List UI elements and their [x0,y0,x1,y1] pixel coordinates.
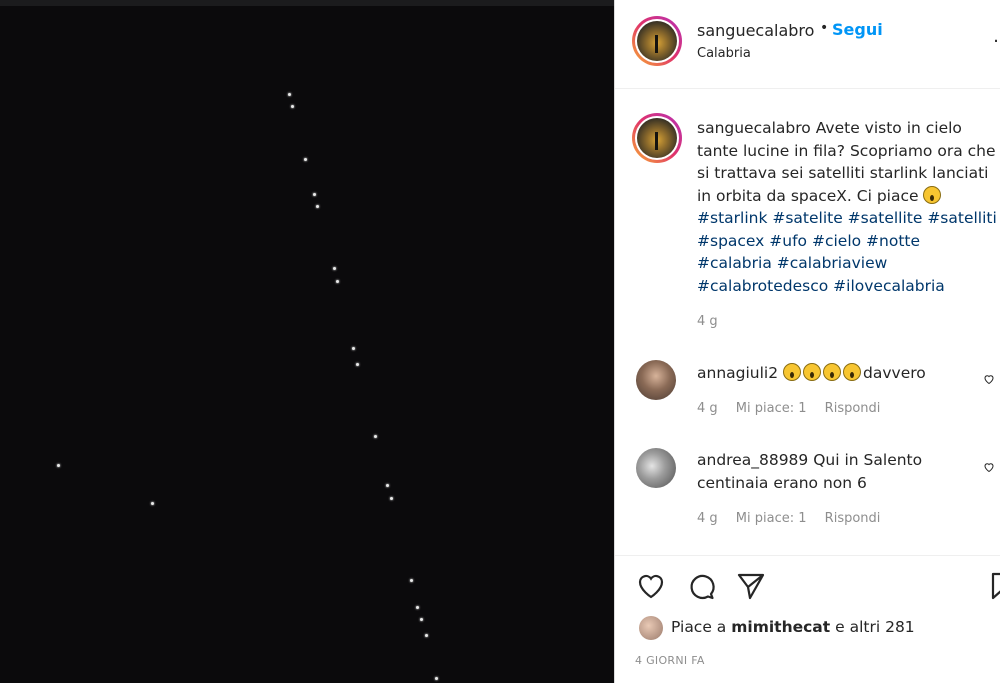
post-caption: sanguecalabro Avete visto in cielo tante… [697,117,997,297]
post-actions: Piace a mimithecat e altri 281 4 GIORNI … [615,555,1000,684]
post-photo[interactable] [0,0,614,683]
post-date[interactable]: 4 GIORNI FA [635,654,705,667]
comment-meta: 4 g Mi piace: 1 Rispondi [697,511,894,526]
commenter-avatar[interactable] [636,360,676,400]
astonished-emoji-icon [783,363,802,381]
follow-button[interactable]: Segui [832,20,883,39]
reply-button[interactable]: Rispondi [825,401,881,416]
heart-icon[interactable] [635,570,667,602]
satellite-light [291,105,294,108]
liker-avatar[interactable] [639,616,663,640]
instagram-post-view: sanguecalabro • Segui Calabria … sanguec… [0,0,1000,683]
separator-dot: • [820,20,829,36]
comment-like-heart-icon[interactable] [983,373,995,385]
post-header: sanguecalabro • Segui Calabria … [615,0,1000,89]
satellite-light [425,634,428,637]
caption-username[interactable]: sanguecalabro [697,119,811,137]
caption-author-avatar[interactable] [632,113,682,163]
liker-username[interactable]: mimithecat [731,618,830,636]
satellite-light [416,606,419,609]
share-icon[interactable] [735,570,767,602]
caption-time: 4 g [697,314,718,329]
comment-text: davvero [863,364,926,382]
comment-likes-count[interactable]: Mi piace: 1 [736,401,807,416]
bookmark-icon[interactable] [985,570,1000,602]
author-avatar[interactable] [632,16,682,66]
commenter-avatar[interactable] [636,448,676,488]
satellite-light [288,93,291,96]
reply-button[interactable]: Rispondi [825,511,881,526]
satellite-light [333,267,336,270]
comment-likes-count[interactable]: Mi piace: 1 [736,511,807,526]
comment-time: 4 g [697,401,718,416]
likes-prefix: Piace a [671,618,727,636]
comment-icon[interactable] [685,570,717,602]
comment-username[interactable]: andrea_88989 [697,451,808,469]
satellite-light [410,579,413,582]
satellite-light [151,502,154,505]
comment: andrea_88989 Qui in Salento centinaia er… [697,449,967,494]
astonished-emoji-icon [803,363,822,381]
satellite-light [390,497,393,500]
caption-hashtags[interactable]: #starlink #satelite #satellite #satellit… [697,209,997,295]
astonished-emoji-icon [843,363,862,381]
satellite-light [313,193,316,196]
comment-like-heart-icon[interactable] [983,461,995,473]
satellite-light [435,677,438,680]
comment-username[interactable]: annagiuli2 [697,364,778,382]
satellite-light [316,205,319,208]
post-location[interactable]: Calabria [697,46,751,61]
more-options-icon[interactable]: … [993,26,1000,47]
comment-meta: 4 g Mi piace: 1 Rispondi [697,401,894,416]
satellite-light [352,347,355,350]
satellite-light [356,363,359,366]
satellite-light [374,435,377,438]
photo-top-edge [0,0,614,6]
comment: annagiuli2 davvero [697,362,967,385]
heart-eyes-emoji-icon [923,185,942,204]
satellite-light [57,464,60,467]
likes-summary[interactable]: Piace a mimithecat e altri 281 [671,618,915,636]
satellite-light [386,484,389,487]
author-username[interactable]: sanguecalabro [697,21,814,40]
likes-suffix[interactable]: e altri 281 [835,618,915,636]
astonished-emoji-icon [823,363,842,381]
post-side-panel: sanguecalabro • Segui Calabria … sanguec… [614,0,1000,683]
satellite-light [420,618,423,621]
comment-time: 4 g [697,511,718,526]
satellite-light [304,158,307,161]
satellite-light [336,280,339,283]
